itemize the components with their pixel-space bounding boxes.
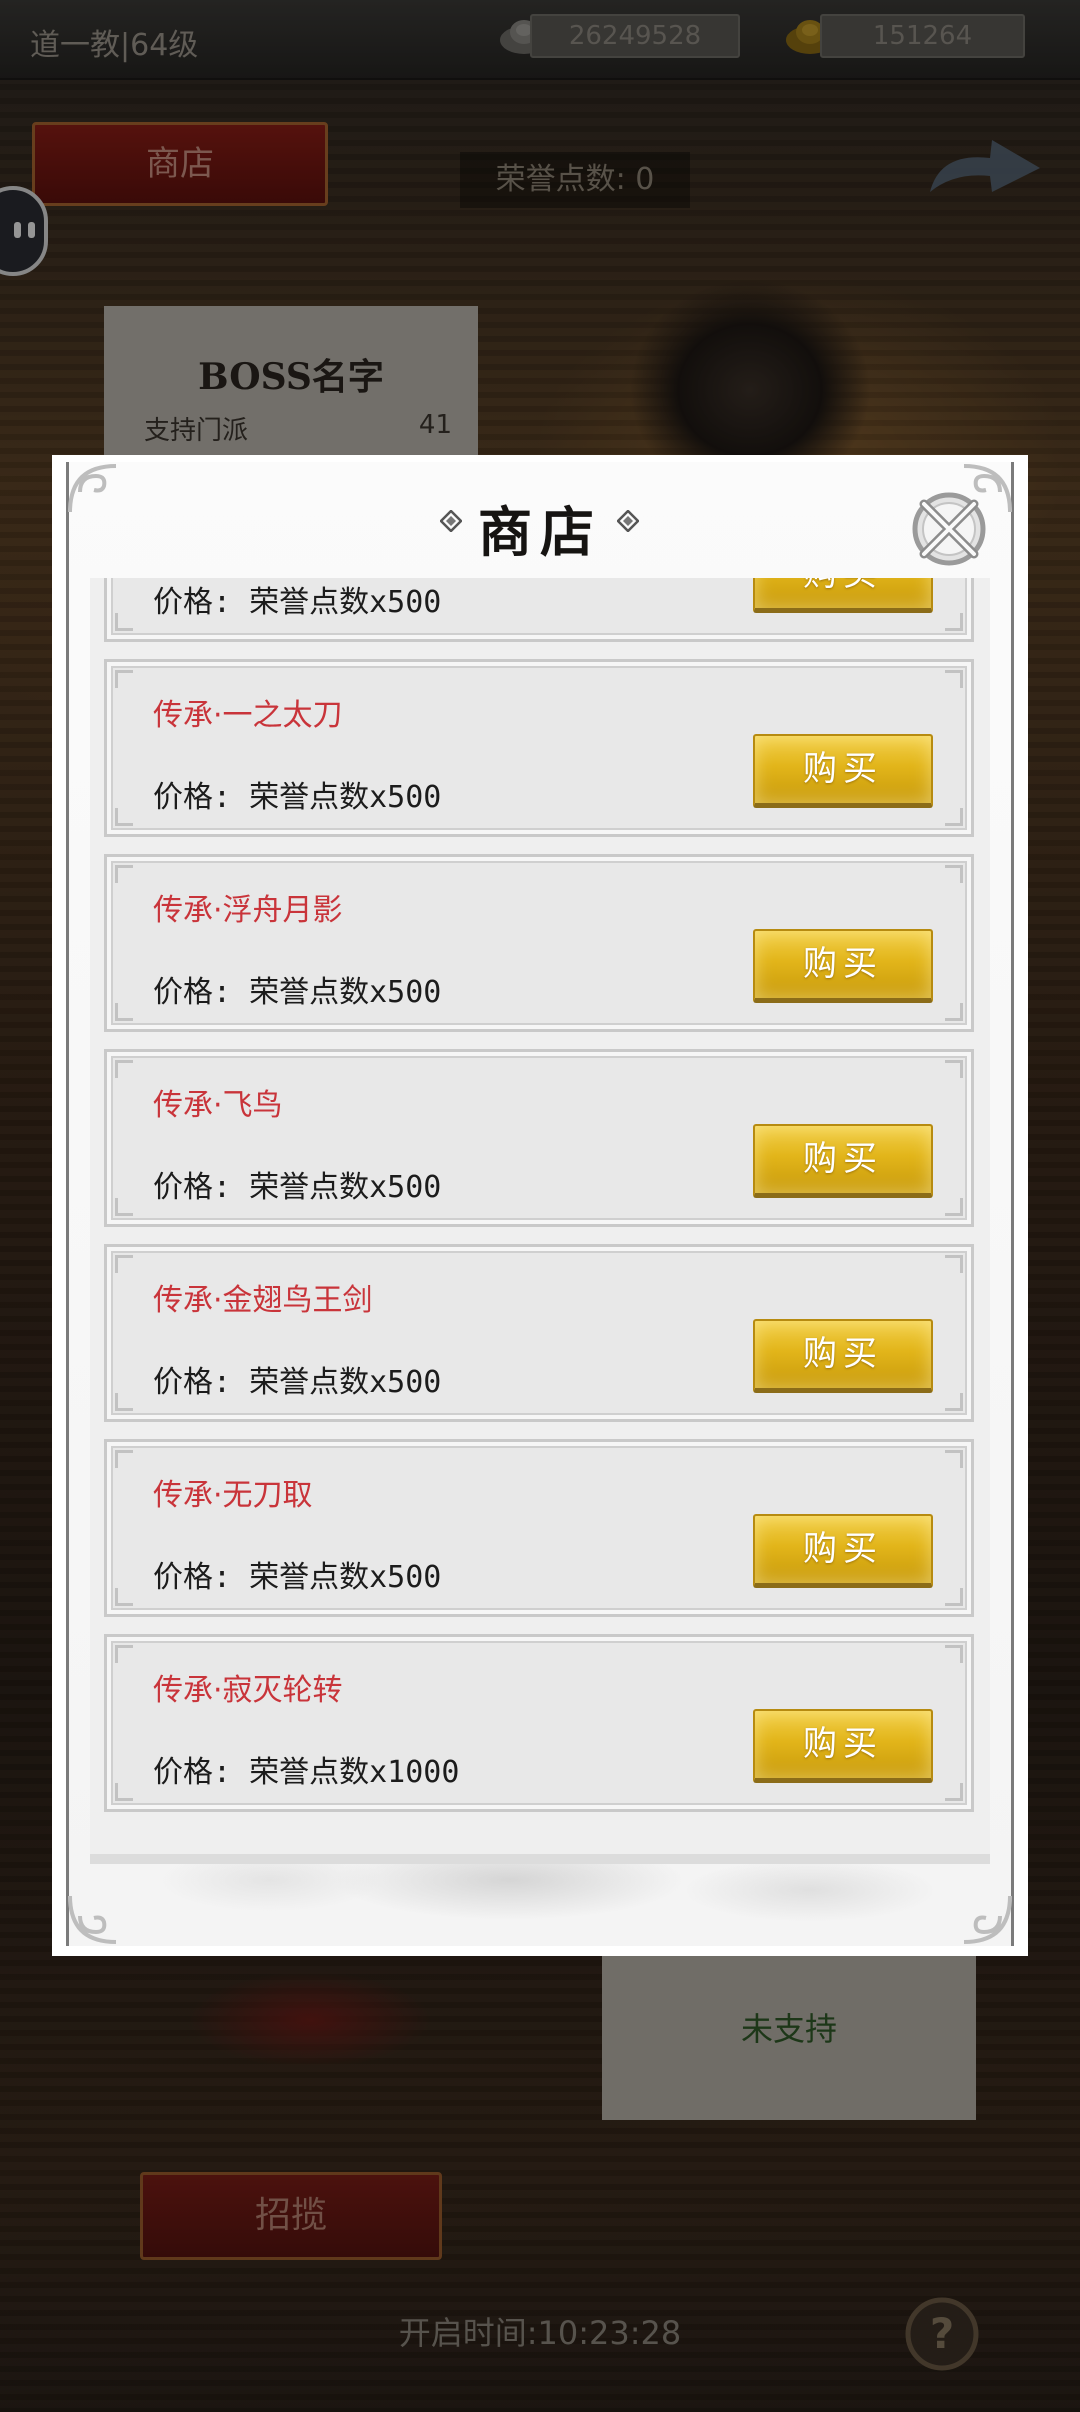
frame-corner (945, 1450, 963, 1468)
buy-button[interactable]: 购买 (753, 734, 933, 808)
frame-corner (945, 865, 963, 883)
corner-ornament-icon (66, 1892, 120, 1946)
item-price: 价格: 荣誉点数x500 (153, 1365, 442, 1400)
buy-button[interactable]: 购买 (753, 1319, 933, 1393)
frame-corner (945, 1255, 963, 1273)
frame-corner (945, 1645, 963, 1663)
shop-item: 传承·寂灭轮转 价格: 荣誉点数x1000 购买 (104, 1634, 974, 1812)
shop-item: 价格: 荣誉点数x500 购买 (104, 578, 974, 642)
buy-button[interactable]: 购买 (753, 929, 933, 1003)
frame-corner (945, 1003, 963, 1021)
item-name: 传承·一之太刀 (153, 698, 343, 733)
shop-item: 传承·浮舟月影 价格: 荣誉点数x500 购买 (104, 854, 974, 1032)
frame-corner (945, 1060, 963, 1078)
frame-corner (115, 1645, 133, 1663)
buy-button[interactable]: 购买 (753, 1709, 933, 1783)
shop-item: 传承·无刀取 价格: 荣誉点数x500 购买 (104, 1439, 974, 1617)
item-name: 传承·无刀取 (153, 1478, 313, 1513)
frame-corner (945, 1198, 963, 1216)
shop-item: 传承·金翅鸟王剑 价格: 荣誉点数x500 购买 (104, 1244, 974, 1422)
shop-item: 传承·飞鸟 价格: 荣誉点数x500 购买 (104, 1049, 974, 1227)
corner-ornament-icon (960, 1892, 1014, 1946)
frame-corner (945, 808, 963, 826)
item-price: 价格: 荣誉点数x1000 (153, 1755, 460, 1790)
shop-item: 传承·一之太刀 价格: 荣誉点数x500 购买 (104, 659, 974, 837)
item-price: 价格: 荣誉点数x500 (153, 585, 442, 620)
frame-corner (115, 613, 133, 631)
frame-corner (115, 1255, 133, 1273)
frame-corner (115, 670, 133, 688)
item-name: 传承·寂灭轮转 (153, 1673, 343, 1708)
frame-corner (115, 865, 133, 883)
modal-top-border (52, 455, 1028, 461)
shop-item-track: 价格: 荣誉点数x500 购买 传承·一之太刀 价格: 荣誉点数x500 购买 … (90, 578, 990, 1829)
frame-corner (115, 1060, 133, 1078)
frame-corner (945, 1783, 963, 1801)
buy-button[interactable]: 购买 (753, 578, 933, 613)
frame-corner (945, 670, 963, 688)
item-name: 传承·金翅鸟王剑 (153, 1283, 373, 1318)
frame-corner (945, 613, 963, 631)
diamond-ornament-icon (617, 510, 639, 532)
frame-corner (115, 808, 133, 826)
frame-corner (115, 1588, 133, 1606)
item-price: 价格: 荣誉点数x500 (153, 1560, 442, 1595)
item-name: 传承·浮舟月影 (153, 893, 343, 928)
frame-corner (945, 1588, 963, 1606)
buy-button[interactable]: 购买 (753, 1124, 933, 1198)
frame-corner (115, 1450, 133, 1468)
close-icon[interactable] (902, 482, 996, 576)
frame-corner (945, 1393, 963, 1411)
frame-corner (115, 1393, 133, 1411)
item-price: 价格: 荣誉点数x500 (153, 780, 442, 815)
frame-corner (115, 1003, 133, 1021)
frame-corner (115, 1198, 133, 1216)
item-price: 价格: 荣誉点数x500 (153, 975, 442, 1010)
frame-corner (115, 1783, 133, 1801)
shop-item-list[interactable]: 价格: 荣誉点数x500 购买 传承·一之太刀 价格: 荣誉点数x500 购买 … (90, 578, 990, 1864)
item-price: 价格: 荣誉点数x500 (153, 1170, 442, 1205)
modal-bottom-border (52, 1948, 1028, 1954)
item-name: 传承·飞鸟 (153, 1088, 283, 1123)
buy-button[interactable]: 购买 (753, 1514, 933, 1588)
